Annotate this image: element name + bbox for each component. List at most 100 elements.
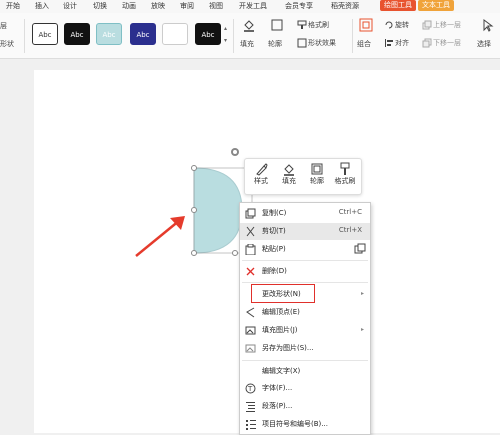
ribbon: 层 形状 Abc Abc Abc Abc Abc ▴ ▾ 填充 轮廓 格式刷 形… (0, 13, 500, 59)
styles-scroll-down-icon[interactable]: ▾ (224, 37, 227, 44)
shape-effects-button[interactable]: 形状效果 (308, 38, 336, 48)
menu-item-delete[interactable]: 删除(D) (240, 263, 370, 280)
menu-label: 编辑顶点(E) (262, 308, 300, 316)
shape-style-4[interactable]: Abc (130, 23, 156, 45)
ribbon-partial-label-2[interactable]: 形状 (0, 39, 14, 49)
fill-button[interactable]: 填充 (275, 162, 303, 192)
tab-insert[interactable]: 插入 (35, 1, 49, 11)
fill-button[interactable]: 填充 (240, 39, 254, 49)
tab-animation[interactable]: 动画 (122, 1, 136, 11)
menu-label: 复制(C) (262, 209, 287, 217)
brush-icon (256, 163, 268, 176)
submenu-arrow-icon: ▸ (360, 290, 364, 297)
menu-item-paste[interactable]: 粘贴(P) (240, 241, 370, 258)
half-circle-shape[interactable] (193, 167, 243, 254)
format-painter-button[interactable]: 格式刷 (331, 162, 359, 192)
divider (352, 19, 353, 53)
rotate-button[interactable]: 旋转 (395, 20, 409, 30)
align-icon (385, 39, 393, 47)
paste-icon (245, 244, 256, 255)
divider (24, 19, 25, 53)
fill-bucket-icon[interactable] (242, 18, 256, 32)
shortcut: Ctrl+X (338, 226, 362, 234)
tab-transition[interactable]: 切换 (93, 1, 107, 11)
resize-handle[interactable] (232, 250, 238, 256)
tab-docer[interactable]: 稻壳资源 (331, 1, 359, 11)
menu-item-fill-picture[interactable]: 填充图片(J) ▸ (240, 322, 370, 339)
menu-item-cut[interactable]: 剪切(T) Ctrl+X (240, 223, 370, 240)
shortcut: Ctrl+C (338, 208, 362, 216)
tab-home[interactable]: 开始 (6, 1, 20, 11)
outline-icon[interactable] (270, 18, 284, 32)
style-button[interactable]: 样式 (247, 162, 275, 192)
copy-icon (245, 208, 256, 219)
annotation-arrow-icon (135, 216, 185, 257)
menu-label: 项目符号和编号(B)... (262, 420, 328, 428)
outline-label: 轮廓 (310, 177, 324, 185)
tab-member[interactable]: 会员专享 (285, 1, 313, 11)
highlight-box (251, 284, 315, 303)
menu-label: 粘贴(P) (262, 245, 286, 253)
fill-label: 填充 (282, 177, 296, 185)
outline-button[interactable]: 轮廓 (303, 162, 331, 192)
style-label: Abc (102, 31, 116, 39)
menu-item-edit-points[interactable]: 编辑顶点(E) (240, 304, 370, 321)
shape-style-5[interactable] (162, 23, 188, 45)
tab-developer[interactable]: 开发工具 (239, 1, 267, 11)
tab-drawing-tools[interactable]: 绘图工具 (380, 0, 416, 11)
format-painter-icon (340, 162, 350, 175)
select-button[interactable]: 选择 (477, 39, 491, 49)
format-painter-button[interactable]: 格式刷 (308, 20, 329, 30)
menu-item-copy[interactable]: 复制(C) Ctrl+C (240, 205, 370, 222)
resize-handle[interactable] (191, 165, 197, 171)
outline-icon (311, 163, 323, 175)
bring-forward-button[interactable]: 上移一层 (433, 20, 461, 30)
tab-slideshow[interactable]: 放映 (151, 1, 165, 11)
tab-view[interactable]: 视图 (209, 1, 223, 11)
svg-text:T: T (247, 385, 253, 393)
outline-button[interactable]: 轮廓 (268, 39, 282, 49)
style-label: 样式 (254, 177, 268, 185)
tab-text-tools[interactable]: 文本工具 (418, 0, 454, 11)
combine-icon[interactable] (359, 18, 373, 32)
divider (242, 360, 368, 361)
shape-effects-icon (297, 38, 307, 48)
select-cursor-icon[interactable] (481, 18, 495, 32)
bullets-icon (246, 420, 256, 430)
save-picture-icon (245, 344, 256, 353)
picture-icon (245, 326, 256, 335)
shape-style-1[interactable]: Abc (32, 23, 58, 45)
fill-bucket-icon (284, 164, 294, 176)
rotate-handle-center (233, 150, 237, 154)
bring-forward-icon (422, 20, 432, 30)
menu-label: 编辑文字(X) (262, 367, 301, 375)
scissors-icon (246, 226, 255, 237)
ribbon-partial-label-1[interactable]: 层 (0, 21, 7, 31)
menu-label: 删除(D) (262, 267, 287, 275)
rotate-icon (385, 21, 393, 29)
submenu-arrow-icon: ▸ (360, 326, 364, 333)
paste-options-icon[interactable] (354, 243, 366, 255)
shape-style-3[interactable]: Abc (96, 23, 122, 45)
send-backward-button[interactable]: 下移一层 (433, 38, 461, 48)
menu-item-paragraph[interactable]: 段落(P)... (240, 398, 370, 415)
style-label: Abc (201, 31, 215, 39)
font-icon: T (245, 383, 256, 394)
menu-item-edit-text[interactable]: 编辑文字(X) (240, 363, 370, 380)
shape-style-2[interactable]: Abc (64, 23, 90, 45)
resize-handle[interactable] (191, 250, 197, 256)
tab-design[interactable]: 设计 (63, 1, 77, 11)
resize-handle[interactable] (191, 207, 197, 213)
align-button[interactable]: 对齐 (395, 38, 409, 48)
menu-item-font[interactable]: T 字体(F)... (240, 380, 370, 397)
divider (233, 19, 234, 53)
menu-item-bullets[interactable]: 项目符号和编号(B)... (240, 416, 370, 433)
menu-item-save-as-picture[interactable]: 另存为图片(S)... (240, 340, 370, 357)
combine-button[interactable]: 组合 (357, 39, 371, 49)
menu-label: 剪切(T) (262, 227, 286, 235)
menu-label: 字体(F)... (262, 384, 293, 392)
tab-review[interactable]: 审阅 (180, 1, 194, 11)
styles-scroll-up-icon[interactable]: ▴ (224, 25, 227, 32)
menu-label: 填充图片(J) (262, 326, 298, 334)
shape-style-6[interactable]: Abc (195, 23, 221, 45)
